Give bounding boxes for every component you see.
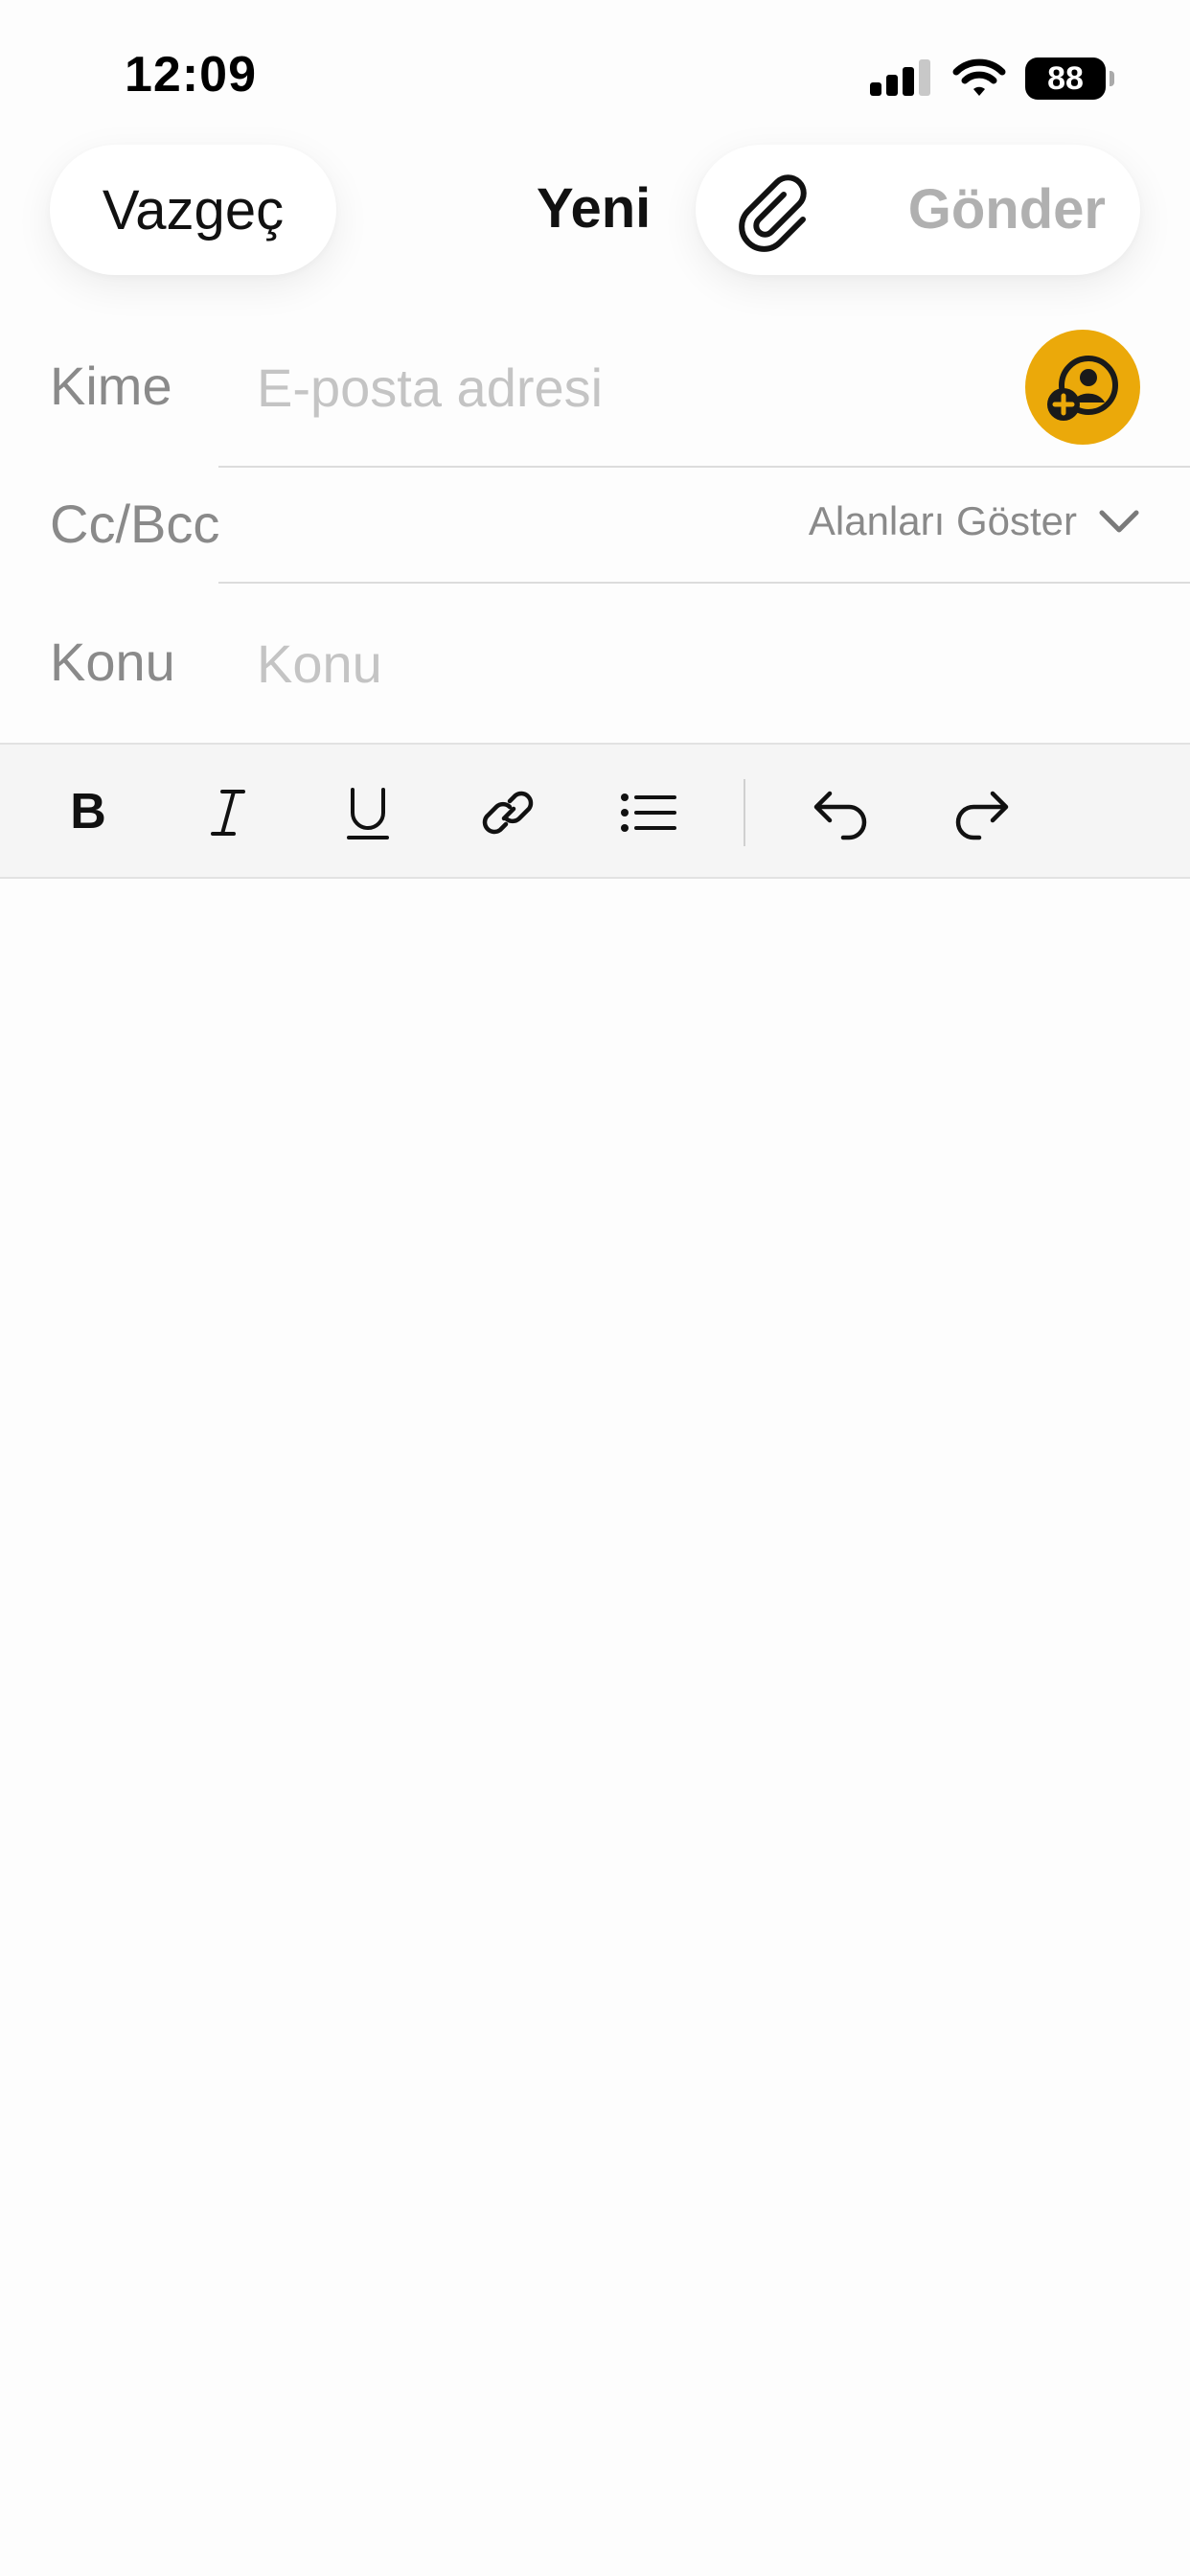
paperclip-icon (739, 174, 807, 252)
chevron-down-icon (1099, 510, 1139, 533)
bullet-list-icon (621, 794, 676, 832)
add-contact-button[interactable] (1025, 330, 1140, 445)
redo-icon (955, 791, 1009, 840)
cc-bcc-divider (218, 582, 1190, 584)
bold-icon: B (70, 784, 106, 840)
cancel-button[interactable]: Vazgeç (50, 145, 336, 275)
add-contact-icon (1047, 356, 1118, 421)
italic-button[interactable] (192, 776, 264, 849)
wifi-icon (952, 58, 1006, 96)
show-fields-label: Alanları Göster (808, 498, 1077, 543)
italic-icon (211, 790, 245, 836)
redo-button[interactable] (945, 776, 1018, 849)
to-email-input[interactable] (257, 349, 995, 426)
bold-button[interactable]: B (52, 776, 125, 849)
subject-label: Konu (50, 632, 175, 692)
page-title: Yeni (537, 177, 652, 240)
bullet-list-button[interactable] (611, 776, 684, 849)
compose-actions: Gönder (696, 145, 1140, 275)
cellular-signal-icon (870, 59, 930, 96)
subject-input[interactable] (257, 625, 1119, 702)
status-time: 12:09 (125, 47, 257, 103)
toolbar-separator (744, 779, 745, 846)
svg-text:B: B (70, 784, 106, 840)
battery-cap (1110, 71, 1114, 86)
send-button[interactable]: Gönder (908, 177, 1106, 242)
link-icon (482, 791, 534, 835)
compose-screen: 12:09 88 Vazgeç Yeni Gönder Kime E-posta… (0, 0, 1190, 2576)
underline-button[interactable] (332, 776, 404, 849)
cancel-button-label: Vazgeç (102, 178, 285, 242)
battery-icon: 88 (1025, 58, 1114, 100)
undo-button[interactable] (805, 776, 878, 849)
attach-button[interactable] (732, 168, 816, 252)
cc-bcc-label: Cc/Bcc (50, 494, 220, 554)
underline-icon (347, 788, 389, 840)
to-divider (218, 466, 1190, 468)
message-body-editor[interactable] (0, 879, 1190, 2576)
show-fields-toggle[interactable]: Alanları Göster (809, 498, 1140, 544)
status-icons: 88 (868, 56, 1114, 102)
undo-icon (813, 791, 867, 840)
to-label: Kime (50, 356, 172, 416)
battery-level: 88 (1047, 59, 1084, 97)
link-button[interactable] (471, 776, 544, 849)
formatting-toolbar: B (0, 743, 1190, 879)
